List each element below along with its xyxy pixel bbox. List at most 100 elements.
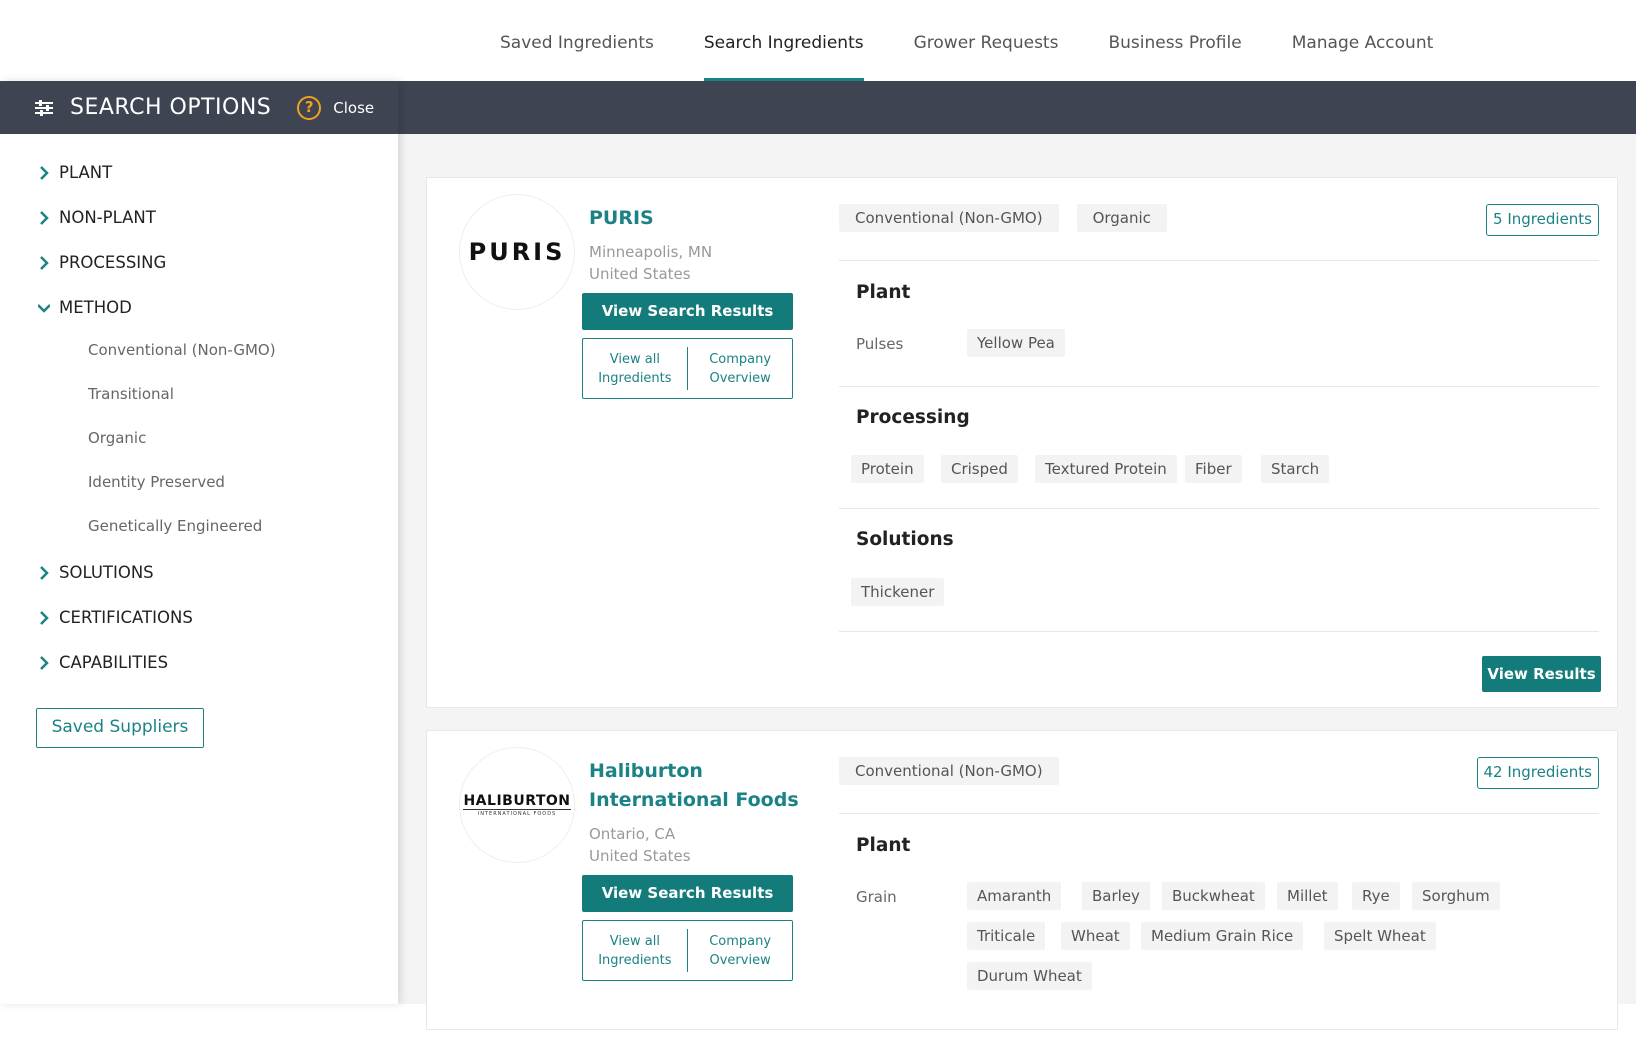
company-overview-button[interactable]: Company Overview xyxy=(688,921,792,980)
divider xyxy=(839,813,1599,814)
company-name-line: International Foods xyxy=(589,789,799,811)
view-results-button[interactable]: View Results xyxy=(1482,656,1601,692)
divider xyxy=(839,631,1599,632)
card-details: Conventional (Non-GMO) 42 Ingredients Pl… xyxy=(839,731,1599,1031)
ingredient-chip: Sorghum xyxy=(1412,882,1500,910)
method-tag: Conventional (Non-GMO) xyxy=(839,757,1059,785)
category-capabilities[interactable]: CAPABILITIES xyxy=(0,640,398,685)
category-plant[interactable]: PLANT xyxy=(0,150,398,195)
category-method[interactable]: METHOD xyxy=(0,285,398,330)
company-city: Minneapolis, MN xyxy=(589,243,713,261)
chevron-right-icon xyxy=(40,210,49,225)
chevron-right-icon xyxy=(40,610,49,625)
category-list: PLANT NON-PLANT PROCESSING METHOD Conven… xyxy=(0,134,398,685)
method-tags: Conventional (Non-GMO) Organic xyxy=(839,204,1185,232)
saved-suppliers-button[interactable]: Saved Suppliers xyxy=(36,708,204,748)
button-line: View all xyxy=(609,933,660,949)
row-label: Grain xyxy=(856,888,897,906)
logo-wordmark: HALIBURTON xyxy=(463,793,571,809)
tab-saved-ingredients[interactable]: Saved Ingredients xyxy=(500,0,654,81)
section-title-plant: Plant xyxy=(856,835,911,856)
button-line: Company xyxy=(709,351,772,367)
help-icon[interactable]: ? xyxy=(297,95,322,120)
button-line: Overview xyxy=(709,952,771,968)
category-label: METHOD xyxy=(59,298,132,317)
method-option[interactable]: Conventional (Non-GMO) xyxy=(88,330,398,374)
method-option[interactable]: Organic xyxy=(88,418,398,462)
method-tag: Organic xyxy=(1076,204,1167,232)
method-option[interactable]: Transitional xyxy=(88,374,398,418)
search-options-title: SEARCH OPTIONS xyxy=(70,95,272,120)
nav-tabs: Saved Ingredients Search Ingredients Gro… xyxy=(500,0,1483,81)
category-label: CERTIFICATIONS xyxy=(59,608,193,627)
button-line: Ingredients xyxy=(598,952,672,968)
ingredient-chip: Textured Protein xyxy=(1035,455,1177,483)
category-certifications[interactable]: CERTIFICATIONS xyxy=(0,595,398,640)
tab-search-ingredients[interactable]: Search Ingredients xyxy=(703,0,864,81)
ingredient-chip: Crisped xyxy=(941,455,1018,483)
tab-grower-requests[interactable]: Grower Requests xyxy=(914,0,1059,81)
chevron-down-icon xyxy=(38,303,50,313)
company-overview-button[interactable]: Company Overview xyxy=(688,339,792,398)
category-label: PROCESSING xyxy=(59,253,167,272)
company-logo: PURIS xyxy=(459,194,575,310)
ingredient-chip: Triticale xyxy=(967,922,1046,950)
company-location: Minneapolis, MN United States xyxy=(589,241,804,285)
ingredient-chip: Spelt Wheat xyxy=(1324,922,1436,950)
ingredient-chip: Buckwheat xyxy=(1162,882,1265,910)
company-info: Haliburton International Foods Ontario, … xyxy=(589,757,804,867)
ingredient-count-button[interactable]: 42 Ingredients xyxy=(1476,757,1599,789)
results-area: PURIS PURIS Minneapolis, MN United State… xyxy=(398,134,1636,1030)
category-processing[interactable]: PROCESSING xyxy=(0,240,398,285)
logo-text: HALIBURTON INTERNATIONAL FOODS xyxy=(463,793,571,817)
company-info: PURIS Minneapolis, MN United States xyxy=(589,204,804,285)
tab-manage-account[interactable]: Manage Account xyxy=(1292,0,1434,81)
method-option[interactable]: Identity Preserved xyxy=(88,462,398,506)
ingredient-chip: Yellow Pea xyxy=(967,329,1065,357)
company-country: United States xyxy=(589,265,691,283)
company-logo: HALIBURTON INTERNATIONAL FOODS xyxy=(459,747,575,863)
method-tags: Conventional (Non-GMO) xyxy=(839,757,1077,785)
supplier-card: HALIBURTON INTERNATIONAL FOODS Haliburto… xyxy=(426,730,1618,1030)
view-all-ingredients-button[interactable]: View all Ingredients xyxy=(583,921,687,980)
view-all-ingredients-button[interactable]: View all Ingredients xyxy=(583,339,687,398)
close-button[interactable]: Close xyxy=(333,99,374,117)
card-action-buttons: View all Ingredients Company Overview xyxy=(582,920,793,981)
ingredient-chip: Barley xyxy=(1082,882,1150,910)
view-search-results-button[interactable]: View Search Results xyxy=(582,293,793,330)
divider xyxy=(839,386,1599,387)
company-country: United States xyxy=(589,847,691,865)
ingredient-chip: Medium Grain Rice xyxy=(1141,922,1304,950)
ingredient-chip: Durum Wheat xyxy=(967,962,1092,990)
search-options-header: SEARCH OPTIONS ? Close xyxy=(0,81,398,134)
ingredient-chip: Thickener xyxy=(851,578,945,606)
category-label: NON-PLANT xyxy=(59,208,156,227)
category-label: SOLUTIONS xyxy=(59,563,154,582)
section-title-processing: Processing xyxy=(856,407,970,428)
method-option[interactable]: Genetically Engineered xyxy=(88,506,398,550)
chevron-right-icon xyxy=(40,165,49,180)
card-action-buttons: View all Ingredients Company Overview xyxy=(582,338,793,399)
search-options-panel: SEARCH OPTIONS ? Close PLANT NON-PLANT P… xyxy=(0,81,398,1004)
tab-business-profile[interactable]: Business Profile xyxy=(1108,0,1241,81)
chevron-right-icon xyxy=(40,565,49,580)
ingredient-count-button[interactable]: 5 Ingredients xyxy=(1486,204,1599,236)
ingredient-chip: Starch xyxy=(1261,455,1330,483)
company-name[interactable]: PURIS xyxy=(589,204,804,233)
button-line: Company xyxy=(709,933,772,949)
view-search-results-button[interactable]: View Search Results xyxy=(582,875,793,912)
ingredient-chip: Wheat xyxy=(1061,922,1130,950)
ingredient-chip: Amaranth xyxy=(967,882,1062,910)
supplier-card: PURIS PURIS Minneapolis, MN United State… xyxy=(426,177,1618,708)
category-label: PLANT xyxy=(59,163,113,182)
logo-subtitle: INTERNATIONAL FOODS xyxy=(463,809,571,817)
category-non-plant[interactable]: NON-PLANT xyxy=(0,195,398,240)
company-name[interactable]: Haliburton International Foods xyxy=(589,757,804,815)
company-city: Ontario, CA xyxy=(589,825,676,843)
sliders-icon xyxy=(35,99,53,116)
section-title-plant: Plant xyxy=(856,282,911,303)
category-solutions[interactable]: SOLUTIONS xyxy=(0,550,398,595)
card-details: Conventional (Non-GMO) Organic 5 Ingredi… xyxy=(839,178,1599,709)
company-name-line: Haliburton xyxy=(589,760,703,782)
divider xyxy=(839,260,1599,261)
